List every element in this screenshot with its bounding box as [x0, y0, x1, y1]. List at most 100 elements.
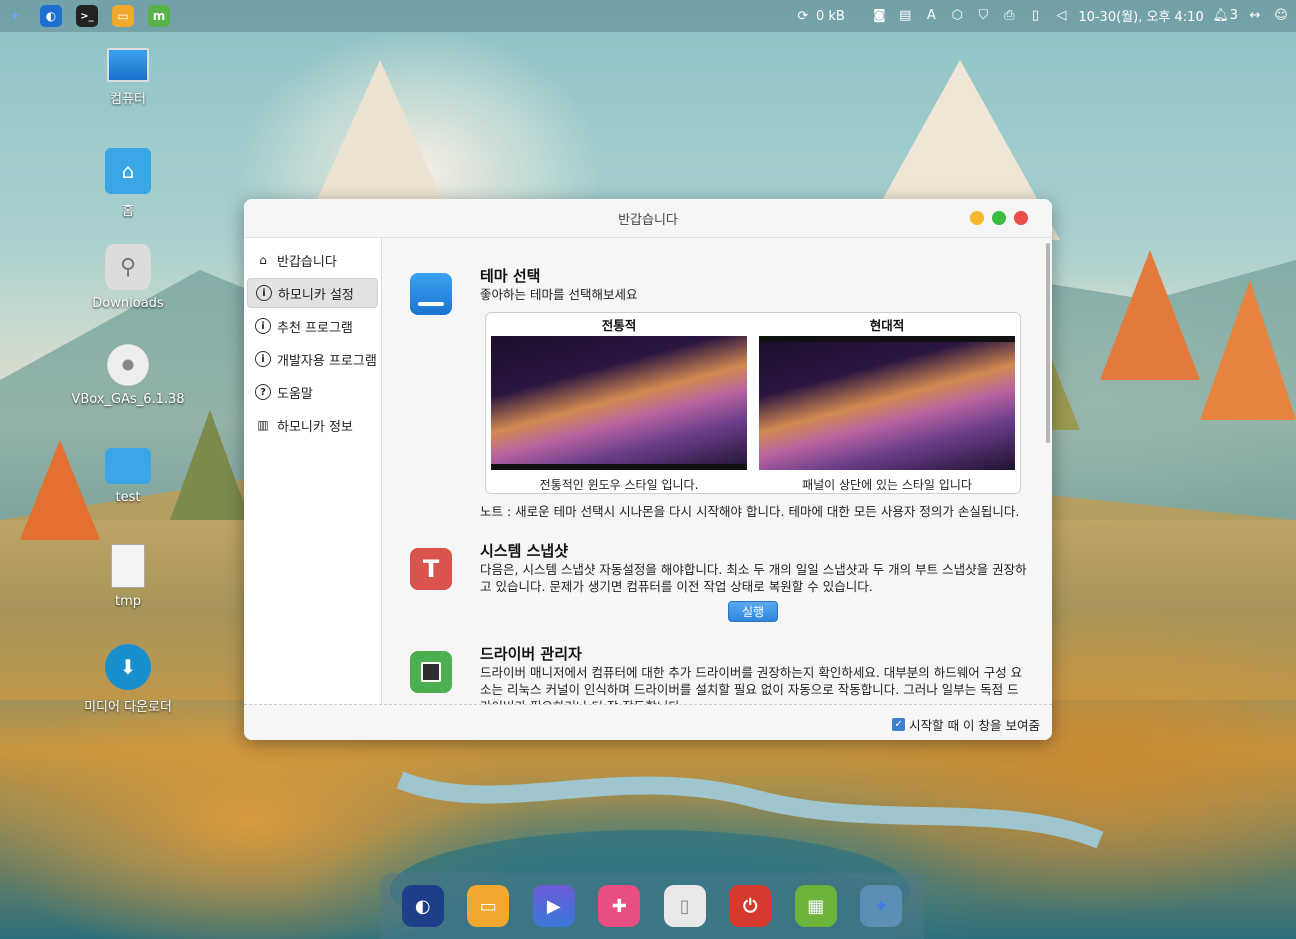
- browser-icon[interactable]: ◐: [40, 5, 62, 27]
- desktop-icon-computer[interactable]: 컴퓨터: [78, 48, 178, 107]
- desktop-icon-home[interactable]: ⌂ 홈: [78, 148, 178, 219]
- dock-power-icon[interactable]: ⏻: [729, 885, 772, 927]
- notification-count: 3: [1229, 8, 1238, 23]
- device-icon[interactable]: ▯: [1026, 7, 1044, 25]
- snapshot-title: 시스템 스냅샷: [480, 542, 569, 560]
- window-titlebar[interactable]: 반갑습니다: [244, 199, 1052, 238]
- theme-name: 전통적: [601, 318, 637, 333]
- document-icon: [111, 544, 145, 588]
- theme-caption: 패널이 상단에 있는 스타일 입니다: [802, 478, 972, 492]
- info-icon: i: [255, 318, 271, 334]
- top-panel: ✦ ◐ >_ ▭ m ⟳ 0 kB ◙ ▤ A ⬡ ⛉ ⎙ ▯ ◁ 10-30(…: [0, 0, 1296, 32]
- terminal-icon[interactable]: >_: [76, 5, 98, 27]
- volume-icon[interactable]: ◁: [1052, 7, 1070, 25]
- theme-option-traditional[interactable]: 전통적 전통적인 윈도우 스타일 입니다.: [491, 313, 747, 493]
- maximize-button[interactable]: [992, 211, 1006, 225]
- home-icon: ⌂: [259, 253, 267, 267]
- clock[interactable]: 10-30(월), 오후 4:10: [1078, 6, 1203, 25]
- app-launcher-icon[interactable]: ✦: [4, 5, 26, 27]
- close-button[interactable]: [1014, 211, 1028, 225]
- sidebar-item-welcome[interactable]: ⌂ 반갑습니다: [247, 245, 378, 275]
- sidebar-item-hamonikr-settings[interactable]: i 하모니카 설정: [247, 278, 378, 308]
- desktop-icon-label: test: [115, 490, 141, 505]
- theme-note: 노트 : 새로운 테마 선택시 시나몬을 다시 시작해야 합니다. 테마에 대한…: [480, 504, 1020, 519]
- dock-media-player-icon[interactable]: ▶: [532, 885, 575, 927]
- desktop-icon-test[interactable]: test: [78, 448, 178, 505]
- content-pane: 테마 선택 좋아하는 테마를 선택해보세요 전통적 전통적인 윈도우 스타일 입…: [384, 238, 1052, 704]
- driver-title: 드라이버 관리자: [480, 645, 582, 663]
- download-icon: ⬇: [105, 644, 151, 690]
- book-icon: ▥: [257, 418, 269, 432]
- traditional-preview[interactable]: [491, 336, 747, 470]
- dock-files-icon[interactable]: ▭: [467, 885, 510, 927]
- welcome-window: 반갑습니다 ⌂ 반갑습니다 i 하모니카 설정 i 추천 프로그램 i 개발자용…: [244, 199, 1052, 740]
- disc-icon: [107, 344, 149, 386]
- driver-text: 드라이버 매니저에서 컴퓨터에 대한 추가 드라이버를 권장하는지 확인하세요.…: [480, 665, 1023, 704]
- chip-icon: [410, 651, 452, 693]
- input-method-icon[interactable]: A: [922, 7, 940, 25]
- dock-trash-icon[interactable]: ▯: [663, 885, 706, 927]
- printer-icon[interactable]: ⎙: [1000, 7, 1018, 25]
- clipboard-icon[interactable]: ▤: [896, 7, 914, 25]
- folder-icon: [105, 448, 151, 484]
- desktop-icon-label: 컴퓨터: [110, 92, 146, 107]
- theme-option-modern[interactable]: 현대적 패널이 상단에 있는 스타일 입니다: [759, 313, 1015, 493]
- sidebar-item-label: 도움말: [277, 386, 313, 402]
- sidebar-item-developer[interactable]: i 개발자용 프로그램: [247, 344, 378, 374]
- sidebar: ⌂ 반갑습니다 i 하모니카 설정 i 추천 프로그램 i 개발자용 프로그램 …: [244, 238, 382, 704]
- usb-icon: ⚲: [105, 244, 151, 290]
- sidebar-item-label: 개발자용 프로그램: [277, 353, 377, 369]
- theme-title: 테마 선택: [480, 267, 541, 285]
- sidebar-item-label: 추천 프로그램: [277, 320, 353, 336]
- modern-preview[interactable]: [759, 336, 1015, 470]
- help-icon: ?: [255, 384, 271, 400]
- sidebar-item-recommended[interactable]: i 추천 프로그램: [247, 311, 378, 341]
- dock: ◐ ▭ ▶ ✚ ▯ ⏻ ▦ ✦: [380, 873, 924, 939]
- notification-icon[interactable]: 🔔︎: [1212, 7, 1230, 25]
- dock-store-icon[interactable]: ▦: [794, 885, 837, 927]
- sidebar-item-label: 반갑습니다: [277, 254, 337, 270]
- dock-browser-icon[interactable]: ◐: [401, 885, 444, 927]
- sidebar-item-label: 하모니카 정보: [277, 419, 353, 435]
- mint-icon[interactable]: m: [148, 5, 170, 27]
- network-speed-icon[interactable]: ⟳: [794, 7, 812, 25]
- info-icon: i: [255, 351, 271, 367]
- files-icon[interactable]: ▭: [112, 5, 134, 27]
- snapshot-text: 다음은, 시스템 스냅샷 자동설정을 해야합니다. 최소 두 개의 일일 스냅샷…: [480, 562, 1027, 594]
- theme-icon: [410, 273, 452, 315]
- user-icon[interactable]: ☺: [1272, 7, 1290, 25]
- theme-caption: 전통적인 윈도우 스타일 입니다.: [539, 478, 699, 492]
- info-icon: i: [256, 285, 272, 301]
- screenshot-icon[interactable]: ◙: [870, 7, 888, 25]
- show-on-startup[interactable]: ✓ 시작할 때 이 창을 보여줌: [892, 715, 1040, 734]
- home-folder-icon: ⌂: [105, 148, 151, 194]
- scrollbar[interactable]: [1046, 243, 1050, 443]
- snapshot-icon: T: [410, 548, 452, 590]
- dock-software-icon[interactable]: ✚: [598, 885, 641, 927]
- monitor-icon: [107, 48, 149, 82]
- show-on-startup-label: 시작할 때 이 창을 보여줌: [909, 718, 1040, 733]
- desktop-icon-label: tmp: [114, 594, 141, 609]
- theme-subtitle: 좋아하는 테마를 선택해보세요: [480, 287, 638, 302]
- network-speed: 0 kB: [816, 8, 845, 24]
- sidebar-item-about[interactable]: ▥ 하모니카 정보: [247, 410, 378, 440]
- desktop-icon-vbox[interactable]: VBox_GAs_6.1.38: [71, 344, 185, 407]
- window-title: 반갑습니다: [618, 212, 678, 228]
- sidebar-item-label: 하모니카 설정: [278, 287, 354, 303]
- desktop-icon-label: 홈: [122, 204, 134, 219]
- desktop-icon-label: Downloads: [92, 296, 164, 311]
- update-icon[interactable]: ⬡: [948, 7, 966, 25]
- desktop-icon-tmp[interactable]: tmp: [78, 544, 178, 609]
- sidebar-item-help[interactable]: ? 도움말: [247, 377, 378, 407]
- dock-launcher-icon[interactable]: ✦: [860, 885, 903, 927]
- run-snapshot-button[interactable]: 실행: [728, 601, 778, 622]
- desktop-icon-label: 미디어 다운로더: [84, 700, 172, 715]
- checkbox-checked-icon[interactable]: ✓: [892, 718, 906, 731]
- theme-name: 현대적: [869, 318, 905, 333]
- minimize-button[interactable]: [970, 211, 984, 225]
- resize-icon[interactable]: ↔: [1246, 7, 1264, 25]
- desktop-icon-downloads[interactable]: ⚲ Downloads: [78, 244, 178, 311]
- security-icon[interactable]: ⛉: [974, 7, 992, 25]
- desktop-icon-media-downloader[interactable]: ⬇ 미디어 다운로더: [78, 644, 178, 715]
- window-footer: ✓ 시작할 때 이 창을 보여줌: [244, 704, 1052, 740]
